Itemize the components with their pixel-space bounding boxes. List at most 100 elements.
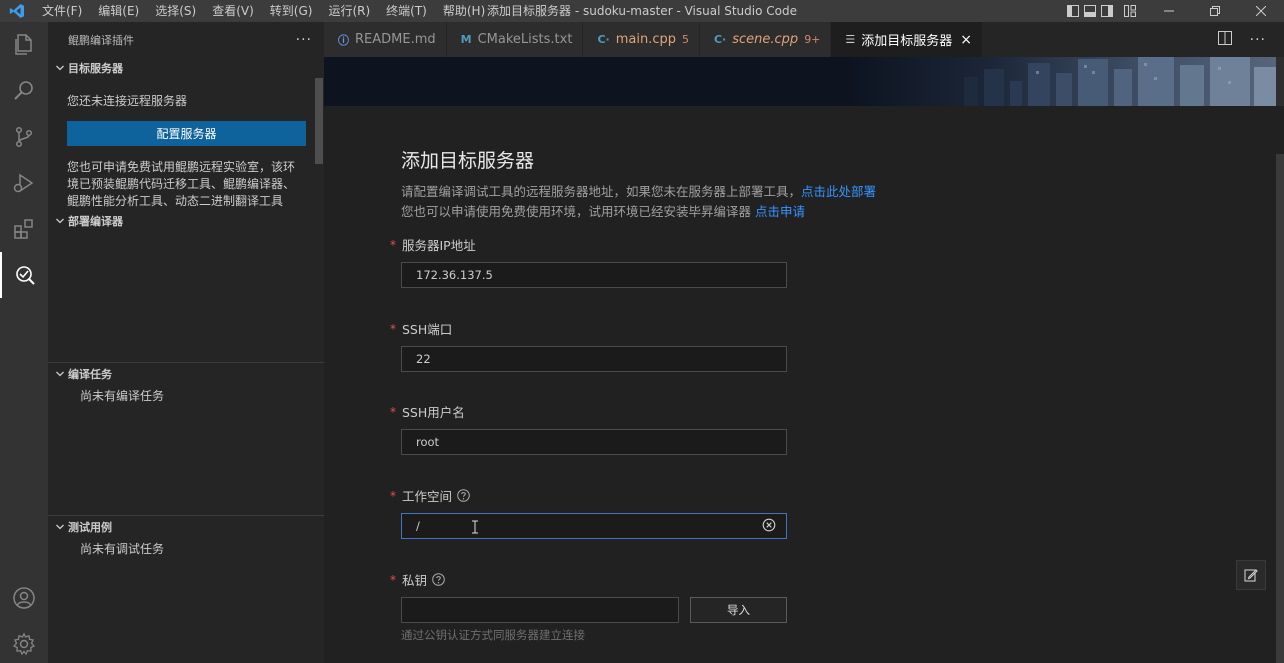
more-actions-icon[interactable]: ··· [296,32,312,48]
server-ip-input[interactable] [401,262,787,288]
section-target-server-label: 目标服务器 [68,62,123,75]
workspace-field-label: * 工作空间 [390,486,470,505]
webview-scrollbar-track [1276,57,1284,106]
menu-run[interactable]: 运行(R) [320,0,378,22]
deploy-link[interactable]: 点击此处部署 [801,184,876,199]
tab-scene-cpp[interactable]: C· scene.cpp 9+ [699,22,832,57]
workspace-label-text: 工作空间 [402,489,453,504]
required-mark: * [390,237,396,252]
user-label-text: SSH用户名 [402,405,465,420]
configure-server-button[interactable]: 配置服务器 [67,121,306,146]
vscode-logo-icon[interactable] [0,0,34,22]
info-icon: ⓘ [338,33,349,47]
description-line-2: 您也可以申请使用免费使用环境，试用环境已经安装毕昇编译器 点击申请 [401,201,805,220]
workspace-input[interactable] [401,513,787,539]
ip-field-label: * 服务器IP地址 [390,235,476,254]
description-text: 您也可以申请使用免费使用环境，试用环境已经安装毕昇编译器 [401,204,755,219]
port-label-text: SSH端口 [402,322,453,337]
account-icon[interactable] [0,575,48,621]
server-status-text: 您还未连接远程服务器 [67,94,188,108]
private-key-input[interactable] [401,597,679,623]
preview-icon: ☰ [845,33,856,46]
close-tab-icon[interactable]: × [960,32,972,48]
split-editor-icon[interactable] [1217,30,1232,49]
close-window-icon[interactable] [1238,0,1284,22]
trial-info-line: 鲲鹏性能分析工具、动态二进制翻译工具 [67,194,284,208]
import-key-button[interactable]: 导入 [690,597,787,623]
help-icon[interactable] [432,573,445,586]
clear-input-icon[interactable] [762,518,776,532]
chevron-down-icon [52,213,68,229]
title-bar: 文件(F) 编辑(E) 选择(S) 查看(V) 转到(G) 运行(R) 终端(T… [0,0,1284,22]
sidebar-title-bar: 鲲鹏编译插件 ··· [48,22,324,57]
help-icon[interactable] [457,489,470,502]
sidebar-title: 鲲鹏编译插件 [68,33,134,47]
menu-file[interactable]: 文件(F) [34,0,90,22]
toggle-secondary-sidebar-icon[interactable] [1098,0,1115,22]
trial-info-text: 您也可申请免费试用鲲鹏远程实验室，该环 境已预装鲲鹏代码迁移工具、鲲鹏编译器、 … [67,159,295,210]
ssh-username-input[interactable] [401,429,787,455]
section-test-cases-label: 测试用例 [68,521,112,534]
title-controls [1064,0,1284,22]
apply-trial-link[interactable]: 点击申请 [755,204,805,219]
explorer-icon[interactable] [0,22,48,68]
toggle-panel-icon[interactable] [1081,0,1098,22]
section-deploy-compiler[interactable]: 部署编译器 [48,210,123,232]
toggle-primary-sidebar-icon[interactable] [1064,0,1081,22]
chevron-down-icon [52,60,68,76]
section-test-cases[interactable]: 测试用例 [48,516,112,538]
webview-scrollbar[interactable] [1276,154,1284,663]
tab-cmakelists[interactable]: M CMakeLists.txt [446,22,584,57]
settings-gear-icon[interactable] [0,621,48,663]
sidebar-scrollbar[interactable] [315,78,323,164]
ip-label-text: 服务器IP地址 [402,238,476,253]
tab-label: 添加目标服务器 [861,34,953,49]
tab-add-target-server[interactable]: ☰ 添加目标服务器 × [831,22,984,57]
menu-edit[interactable]: 编辑(E) [90,0,147,22]
required-mark: * [390,404,396,419]
search-icon[interactable] [0,68,48,114]
restore-icon[interactable] [1192,0,1238,22]
menu-view[interactable]: 查看(V) [204,0,262,22]
cmake-icon: M [460,33,472,46]
tab-label: CMakeLists.txt [477,32,573,47]
user-field-label: * SSH用户名 [390,402,465,421]
source-control-icon[interactable] [0,114,48,160]
chevron-down-icon [52,519,68,535]
menu-selection[interactable]: 选择(S) [147,0,204,22]
description-line-1: 请配置编译调试工具的远程服务器地址，如果您未在服务器上部署工具，点击此处部署 [401,181,876,200]
tab-readme[interactable]: ⓘ README.md [324,22,447,57]
compile-tasks-empty: 尚未有编译任务 [80,389,165,403]
cpp-file-icon: C· [713,33,727,46]
sidebar: 鲲鹏编译插件 ··· 目标服务器 您还未连接远程服务器 配置服务器 您也可申请免… [48,22,324,663]
key-hint-text: 通过公钥认证方式同服务器建立连接 [401,628,585,642]
menu-go[interactable]: 转到(G) [262,0,321,22]
ssh-port-input[interactable] [401,346,787,372]
section-target-server[interactable]: 目标服务器 [48,57,123,79]
more-actions-icon[interactable]: ··· [1250,32,1266,48]
required-mark: * [390,321,396,336]
feedback-edit-button[interactable] [1236,560,1266,590]
menu-help[interactable]: 帮助(H) [435,0,493,22]
section-deploy-compiler-label: 部署编译器 [68,215,123,228]
tab-main-cpp[interactable]: C· main.cpp 5 [583,22,700,57]
customize-layout-icon[interactable] [1121,0,1138,22]
key-label-text: 私钥 [402,573,428,588]
edit-icon [1244,569,1258,582]
trial-info-line: 您也可申请免费试用鲲鹏远程实验室，该环 [67,160,296,174]
activity-bar [0,22,48,663]
run-debug-icon[interactable] [0,160,48,206]
minimize-icon[interactable] [1146,0,1192,22]
menu-terminal[interactable]: 终端(T) [378,0,435,22]
extensions-icon[interactable] [0,206,48,252]
banner-image [324,57,1276,106]
editor-actions: ··· [1217,22,1284,57]
kunpeng-compiler-icon[interactable] [0,252,48,298]
section-compile-tasks[interactable]: 编译任务 [48,363,112,385]
tab-label: README.md [355,32,436,47]
menu-bar: 文件(F) 编辑(E) 选择(S) 查看(V) 转到(G) 运行(R) 终端(T… [34,0,493,22]
chevron-down-icon [52,366,68,382]
problems-badge: 9+ [804,33,821,46]
port-field-label: * SSH端口 [390,319,452,338]
cpp-file-icon: C· [597,33,610,46]
